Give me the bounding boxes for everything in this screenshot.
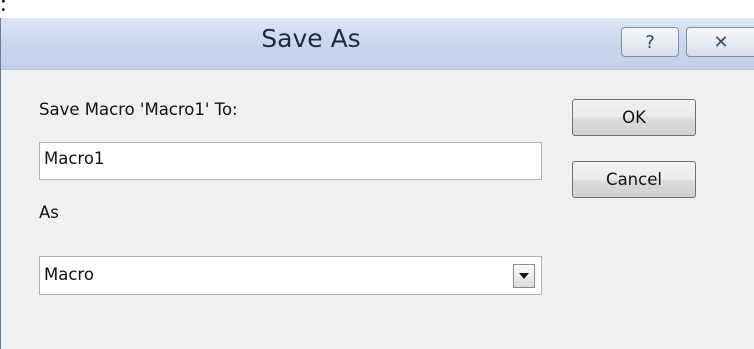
close-icon: ✕ <box>713 31 729 53</box>
cancel-button[interactable]: Cancel <box>572 161 696 198</box>
close-button[interactable]: ✕ <box>686 27 754 57</box>
dropdown-button[interactable] <box>513 264 535 288</box>
background-document-strip: : <box>0 0 754 18</box>
dialog-title: Save As <box>261 24 361 53</box>
help-icon: ? <box>645 31 655 53</box>
background-text: : <box>0 0 7 17</box>
selected-type: Macro <box>44 265 94 284</box>
save-macro-label: Save Macro 'Macro1' To: <box>39 100 238 119</box>
chevron-down-icon <box>519 273 529 279</box>
macro-name-input[interactable] <box>44 149 537 168</box>
dialog-titlebar[interactable]: Save As ? ✕ <box>1 18 754 70</box>
save-as-dialog: Save As ? ✕ Save Macro 'Macro1' To: As M… <box>0 18 754 349</box>
help-button[interactable]: ? <box>621 27 679 57</box>
macro-name-field[interactable] <box>39 142 542 180</box>
as-label: As <box>39 203 59 222</box>
ok-button[interactable]: OK <box>572 99 696 136</box>
save-as-type-select[interactable]: Macro <box>39 256 542 295</box>
